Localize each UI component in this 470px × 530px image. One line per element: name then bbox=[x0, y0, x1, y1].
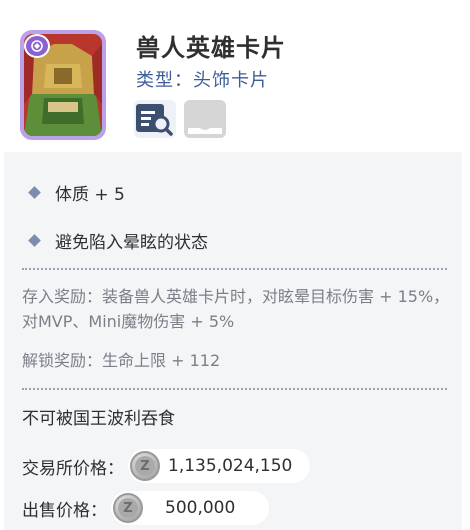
card-type-badge-icon bbox=[24, 34, 50, 58]
dotted-divider bbox=[22, 268, 447, 270]
stat-text: 避免陷入晕眩的状态 bbox=[55, 233, 208, 253]
restriction-note: 不可被国王波利吞食 bbox=[22, 409, 175, 429]
sell-price-value: 500,000 bbox=[165, 498, 236, 518]
unlock-reward: 解锁奖励：生命上限 + 112 bbox=[22, 351, 221, 370]
exchange-price-row: 交易所价格： Z 1,135,024,150 bbox=[22, 449, 311, 483]
dotted-divider bbox=[22, 388, 447, 390]
coin-glyph: Z bbox=[118, 498, 138, 518]
stat-text: 体质 + 5 bbox=[55, 185, 125, 205]
item-header: 兽人英雄卡片 类型：头饰卡片 bbox=[0, 0, 470, 152]
sell-price-label: 出售价格： bbox=[22, 500, 107, 521]
coin-glyph: Z bbox=[135, 456, 155, 476]
bullet-diamond-icon bbox=[28, 186, 41, 199]
exchange-price-value: 1,135,024,150 bbox=[168, 456, 293, 476]
zeny-coin-icon: Z bbox=[130, 451, 160, 481]
stat-line: 体质 + 5 bbox=[28, 180, 125, 205]
details-search-icon[interactable] bbox=[134, 100, 176, 138]
exchange-price-pill: Z 1,135,024,150 bbox=[128, 449, 311, 483]
deposit-reward: 存入奖励：装备兽人英雄卡片时，对眩晕目标伤害 + 15%，对MVP、Mini魔物… bbox=[22, 287, 450, 331]
zeny-coin-icon: Z bbox=[113, 493, 143, 523]
item-name: 兽人英雄卡片 bbox=[136, 34, 286, 62]
sell-price-row: 出售价格： Z 500,000 bbox=[22, 491, 270, 525]
stat-line: 避免陷入晕眩的状态 bbox=[28, 228, 208, 253]
item-type: 类型：头饰卡片 bbox=[136, 70, 269, 91]
wardrobe-icon[interactable] bbox=[184, 100, 226, 138]
bullet-diamond-icon bbox=[28, 234, 41, 247]
sell-price-pill: Z 500,000 bbox=[111, 491, 270, 525]
exchange-price-label: 交易所价格： bbox=[22, 458, 124, 479]
